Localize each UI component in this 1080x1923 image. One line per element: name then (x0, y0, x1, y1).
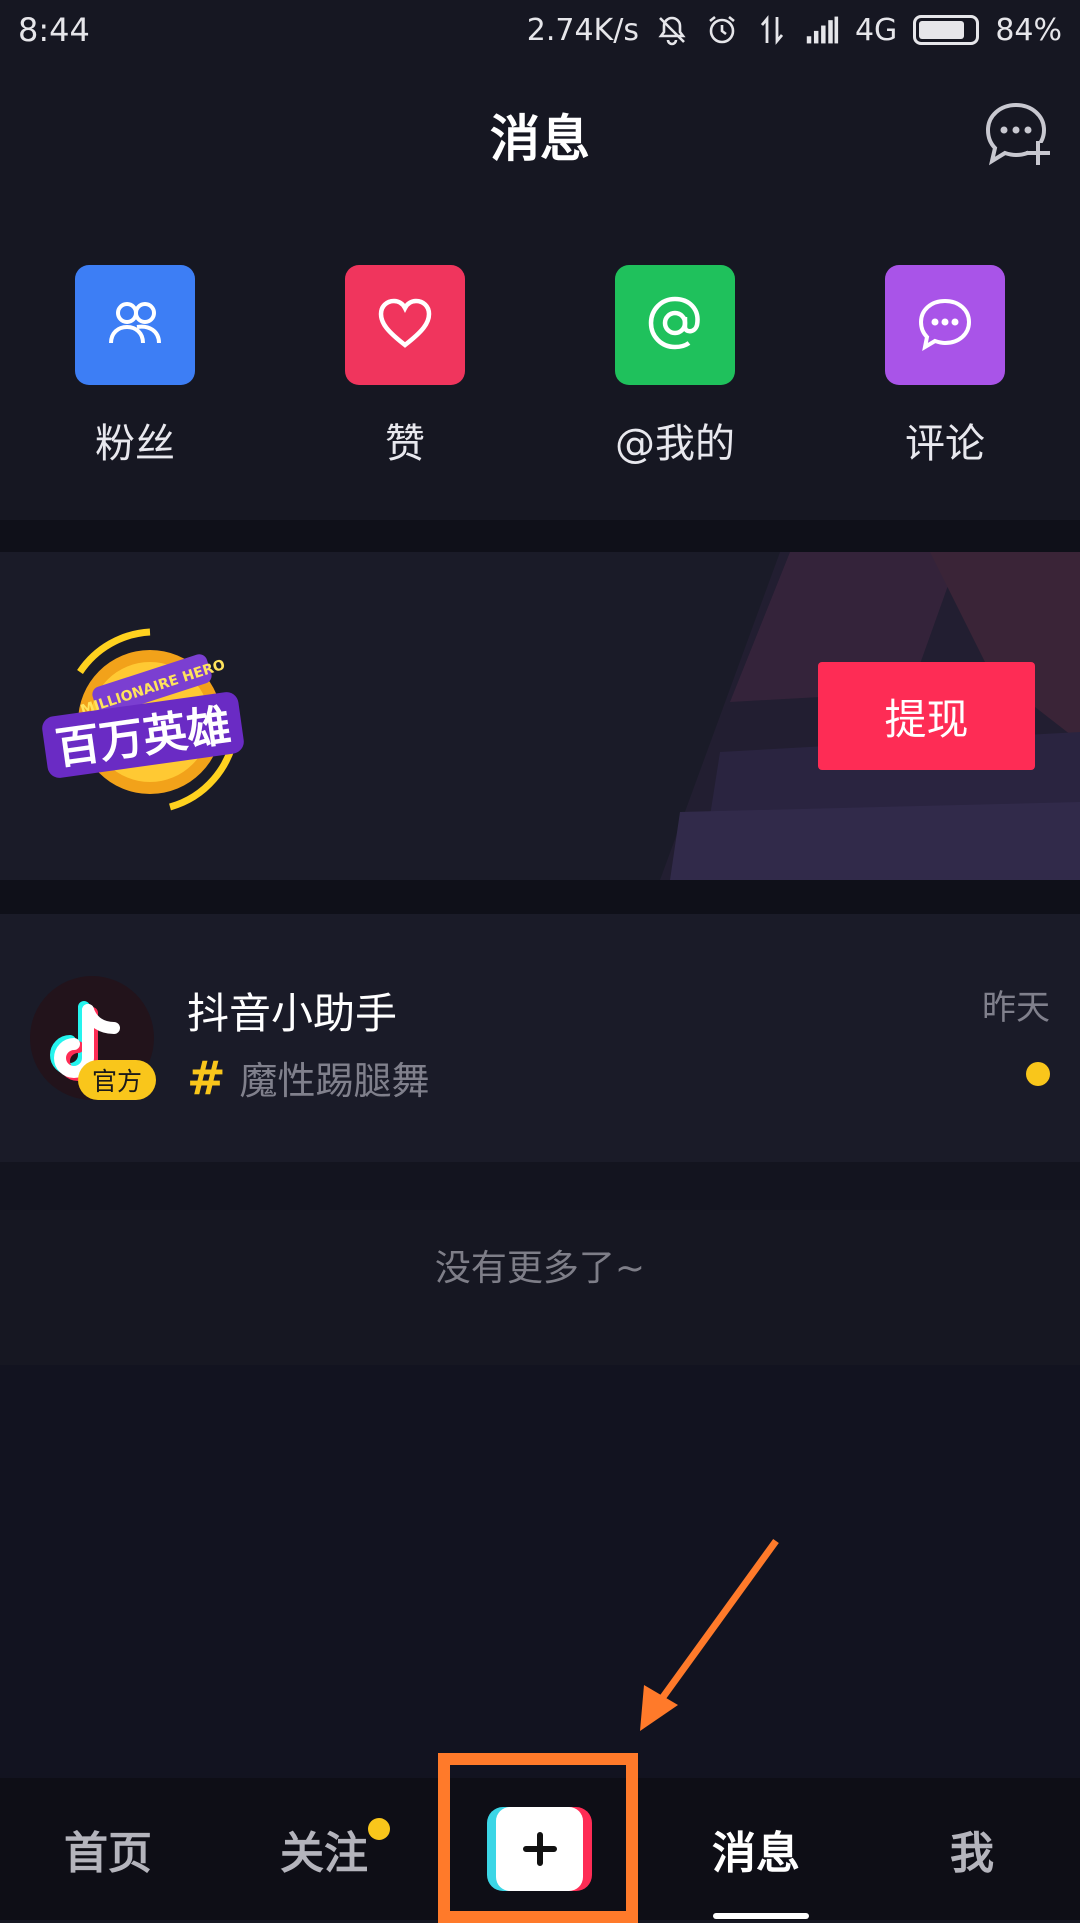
alarm-icon (705, 13, 739, 47)
millionaire-hero-banner[interactable]: MILLIONAIRE HERO 百万英雄 提现 (0, 552, 1080, 880)
status-icons: 2.74K/s 4G 84% (527, 13, 1062, 48)
heart-icon (373, 291, 437, 359)
header: 消息 (0, 75, 1080, 195)
quick-action-label: 粉丝 (95, 421, 175, 467)
quick-actions: 粉丝 赞 @我的 评论 (0, 265, 1080, 475)
data-transfer-icon (755, 13, 789, 47)
message-time: 昨天 (982, 988, 1050, 1028)
likes-tile[interactable] (345, 265, 465, 385)
battery-percent: 84% (995, 12, 1062, 48)
comments-tile[interactable] (885, 265, 1005, 385)
tab-home[interactable]: 首页 (0, 1817, 216, 1881)
at-icon (643, 291, 707, 359)
battery-icon (913, 15, 980, 45)
section-divider (0, 520, 1080, 552)
fans-tile[interactable] (75, 265, 195, 385)
section-divider (0, 1162, 1080, 1210)
active-tab-indicator (713, 1913, 809, 1919)
unread-dot (1026, 1062, 1050, 1086)
tab-messages[interactable]: 消息 (648, 1817, 864, 1881)
network-speed: 2.74K/s (526, 12, 639, 48)
quick-action-likes[interactable]: 赞 (270, 265, 540, 475)
comment-icon (913, 291, 977, 359)
status-time: 8:44 (18, 11, 90, 49)
mute-icon (655, 13, 689, 47)
empty-area (0, 1365, 1080, 1778)
list-end-text: 没有更多了~ (434, 1248, 646, 1289)
section-divider (0, 880, 1080, 914)
message-preview: # 魔性踢腿舞 (187, 1050, 430, 1105)
quick-action-label: 赞 (385, 421, 425, 467)
quick-action-fans[interactable]: 粉丝 (0, 265, 270, 475)
quick-action-label: @我的 (615, 421, 735, 467)
new-chat-icon[interactable] (980, 97, 1052, 169)
following-notification-dot (368, 1818, 390, 1840)
hashtag-icon: # (187, 1050, 226, 1105)
status-bar: 8:44 2.74K/s 4G 84% (0, 0, 1080, 60)
quick-action-comments[interactable]: 评论 (810, 265, 1080, 475)
sender-name: 抖音小助手 (187, 989, 398, 1038)
mentions-tile[interactable] (615, 265, 735, 385)
fans-icon (103, 291, 167, 359)
annotation-arrow-icon (640, 1538, 779, 1731)
list-item[interactable]: 官方 抖音小助手 # 魔性踢腿舞 昨天 (0, 914, 1080, 1162)
network-type: 4G (854, 12, 898, 48)
signal-icon (805, 13, 839, 47)
official-badge: 官方 (78, 1060, 156, 1100)
battery-fill (919, 21, 965, 39)
quick-action-label: 评论 (905, 421, 985, 467)
quick-action-mentions[interactable]: @我的 (540, 265, 810, 475)
tab-following[interactable]: 关注 (216, 1817, 432, 1881)
withdraw-button[interactable]: 提现 (818, 662, 1035, 770)
annotation-highlight-box (438, 1753, 638, 1923)
message-preview-text: 魔性踢腿舞 (239, 1059, 430, 1103)
millionaire-hero-logo: MILLIONAIRE HERO 百万英雄 (40, 612, 250, 822)
page-title: 消息 (490, 110, 590, 168)
tab-me[interactable]: 我 (864, 1817, 1080, 1881)
